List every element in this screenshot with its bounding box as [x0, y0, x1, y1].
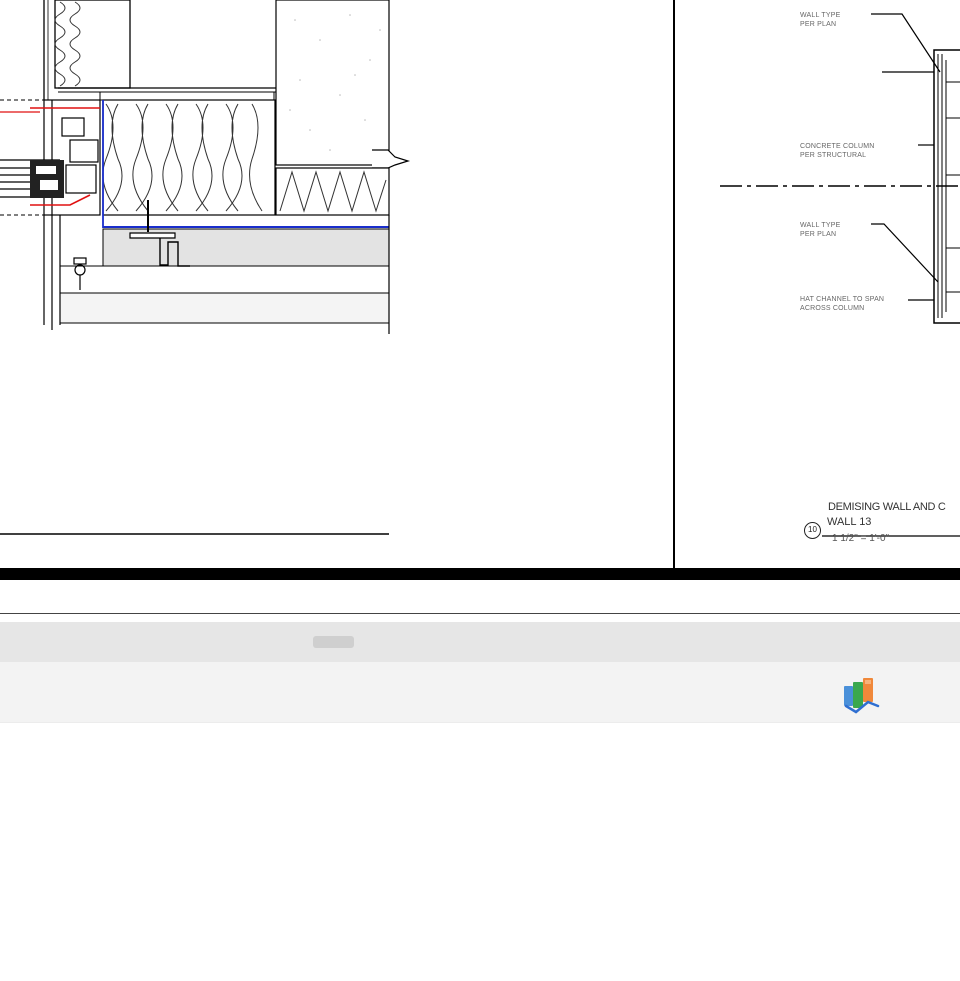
horizontal-scrollbar[interactable] — [0, 622, 960, 662]
detail-drawing — [0, 0, 960, 568]
detail-callout-bubble: 10 — [804, 522, 821, 539]
detail-scale: 1 1/2" = 1'-0" — [832, 533, 890, 544]
detail-title: DEMISING WALL AND C — [828, 501, 946, 513]
detail-subtitle: WALL 13 — [827, 516, 872, 528]
top-insulation-box — [54, 0, 131, 89]
sheet-border — [0, 568, 960, 580]
status-strip — [0, 580, 960, 614]
note-hat-channel: HAT CHANNEL TO SPAN ACROSS COLUMN — [800, 296, 885, 312]
bottom-toolbar — [0, 662, 960, 723]
note-concrete-column: CONCRETE COLUMN PER STRUCTURAL — [800, 143, 875, 159]
scrollbar-thumb[interactable] — [313, 636, 354, 648]
building-model-icon[interactable] — [842, 676, 884, 716]
drawing-viewport[interactable]: WALL TYPE PER PLAN CONCRETE COLUMN PER S… — [0, 0, 960, 568]
concrete-column — [275, 0, 390, 166]
insulation-batts — [102, 99, 276, 216]
note-wall-type-1: WALL TYPE PER PLAN — [800, 12, 841, 28]
note-wall-type-2: WALL TYPE PER PLAN — [800, 222, 841, 238]
